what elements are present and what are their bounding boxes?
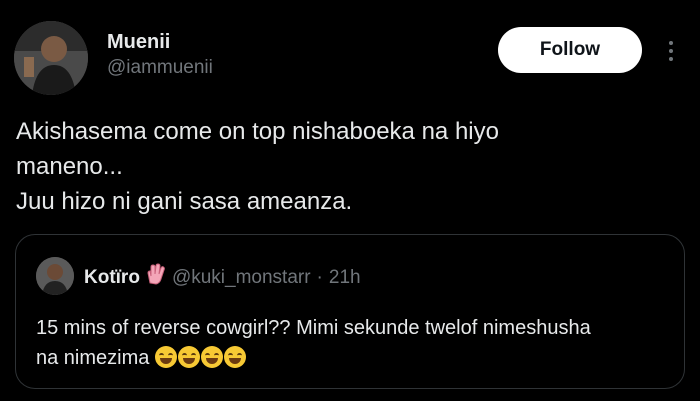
quote-text-tail: na nimezima [36,347,150,369]
author-avatar[interactable] [14,21,88,95]
quote-avatar[interactable] [36,257,74,295]
author-name[interactable]: Muenii [107,30,213,54]
separator-dot: · [316,266,323,288]
quote-author-handle[interactable]: @kuki_monstarr [172,266,311,290]
grinning-face-icon [177,346,200,368]
person-avatar-icon [14,21,88,95]
author-handle[interactable]: @iammuenii [107,56,213,80]
follow-button[interactable]: Follow [498,27,642,73]
quote-text-line: 15 mins of reverse cowgirl?? Mimi sekund… [36,317,591,339]
grinning-face-icon [223,346,246,368]
person-avatar-icon [36,257,74,295]
tweet-text: Akishasema come on top nishaboeka na hiy… [16,114,616,219]
quoted-tweet[interactable]: Kotïro @kuki_monstarr · 21h 15 mins of r… [15,234,685,389]
grinning-face-icon [154,346,177,368]
quote-header: Kotïro @kuki_monstarr · 21h [84,263,361,292]
hand-emoji-icon [146,263,166,292]
tweet-line: Juu hizo ni gani sasa ameanza. [16,188,353,215]
more-vertical-icon[interactable] [660,34,682,68]
grinning-face-icon [200,346,223,368]
tweet-line: Akishasema come on top nishaboeka na hiy… [16,118,499,145]
quote-author-name[interactable]: Kotïro [84,266,140,290]
quote-timestamp[interactable]: 21h [329,266,361,290]
quote-text-line: na nimezima [36,343,666,373]
quote-text: 15 mins of reverse cowgirl?? Mimi sekund… [36,313,666,373]
tweet-line: maneno... [16,153,123,180]
author-info: Muenii @iammuenii [107,30,213,80]
